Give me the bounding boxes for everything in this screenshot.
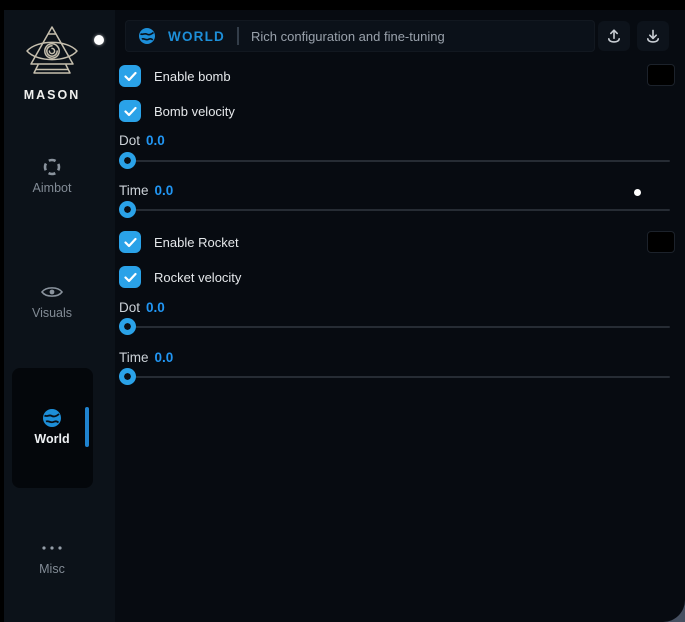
download-icon [644,27,662,45]
slider-value: 0.0 [146,300,165,315]
sidebar-item-label: Misc [4,562,100,576]
bomb-velocity-checkbox[interactable] [119,100,141,122]
bomb-dot-slider-label: Dot 0.0 [119,133,165,148]
sidebar: MASON Aimbot Visuals World [4,10,115,622]
sidebar-item-label: Visuals [4,306,100,320]
upload-icon [605,27,623,45]
eye-icon [4,282,100,302]
slider-value: 0.0 [155,183,174,198]
rocket-color-swatch[interactable] [647,231,675,253]
bomb-time-slider-track[interactable] [119,209,670,211]
enable-rocket-row: Enable Rocket [119,231,239,253]
slider-name: Dot [119,133,140,148]
check-icon [124,106,137,117]
slider-value: 0.0 [155,350,174,365]
rocket-time-slider-thumb[interactable] [119,368,136,385]
enable-rocket-checkbox[interactable] [119,231,141,253]
bomb-time-slider-thumb[interactable] [119,201,136,218]
checkbox-label: Rocket velocity [154,270,241,285]
sidebar-item-label: World [4,432,100,446]
rocket-dot-slider-track[interactable] [119,326,670,328]
enable-bomb-row: Enable bomb [119,65,231,87]
sidebar-item-world[interactable]: World [4,408,100,446]
upload-config-button[interactable] [598,21,630,51]
slider-name: Dot [119,300,140,315]
sidebar-item-aimbot[interactable]: Aimbot [4,157,100,195]
brand-name: MASON [4,88,100,102]
globe-icon [138,27,156,45]
all-seeing-eye-pyramid-icon [23,24,81,80]
ellipsis-icon [4,538,100,558]
rocket-dot-slider-label: Dot 0.0 [119,300,165,315]
brand-block: MASON [4,24,100,102]
checkbox-label: Enable bomb [154,69,231,84]
rocket-time-slider-track[interactable] [119,376,670,378]
page-header: WORLD Rich configuration and fine-tuning [125,20,595,52]
enable-bomb-checkbox[interactable] [119,65,141,87]
header-divider [237,27,239,45]
check-icon [124,272,137,283]
cursor-dot-small [634,189,641,196]
checkbox-label: Enable Rocket [154,235,239,250]
sidebar-item-misc[interactable]: Misc [4,538,100,576]
rocket-time-slider-label: Time 0.0 [119,350,173,365]
bomb-time-slider-label: Time 0.0 [119,183,173,198]
slider-name: Time [119,350,149,365]
slider-value: 0.0 [146,133,165,148]
page-subtitle: Rich configuration and fine-tuning [251,29,445,44]
bomb-dot-slider-track[interactable] [119,160,670,162]
slider-name: Time [119,183,149,198]
crosshair-icon [4,157,100,177]
check-icon [124,237,137,248]
download-config-button[interactable] [637,21,669,51]
rocket-velocity-row: Rocket velocity [119,266,241,288]
rocket-dot-slider-thumb[interactable] [119,318,136,335]
page-title: WORLD [168,29,225,44]
sidebar-item-visuals[interactable]: Visuals [4,282,100,320]
bomb-velocity-row: Bomb velocity [119,100,235,122]
checkbox-label: Bomb velocity [154,104,235,119]
bomb-dot-slider-thumb[interactable] [119,152,136,169]
sidebar-item-label: Aimbot [4,181,100,195]
check-icon [124,71,137,82]
bomb-color-swatch[interactable] [647,64,675,86]
rocket-velocity-checkbox[interactable] [119,266,141,288]
mason-cheat-menu-window: MASON Aimbot Visuals World [4,10,685,622]
cursor-dot [94,35,104,45]
globe-icon [4,408,100,428]
